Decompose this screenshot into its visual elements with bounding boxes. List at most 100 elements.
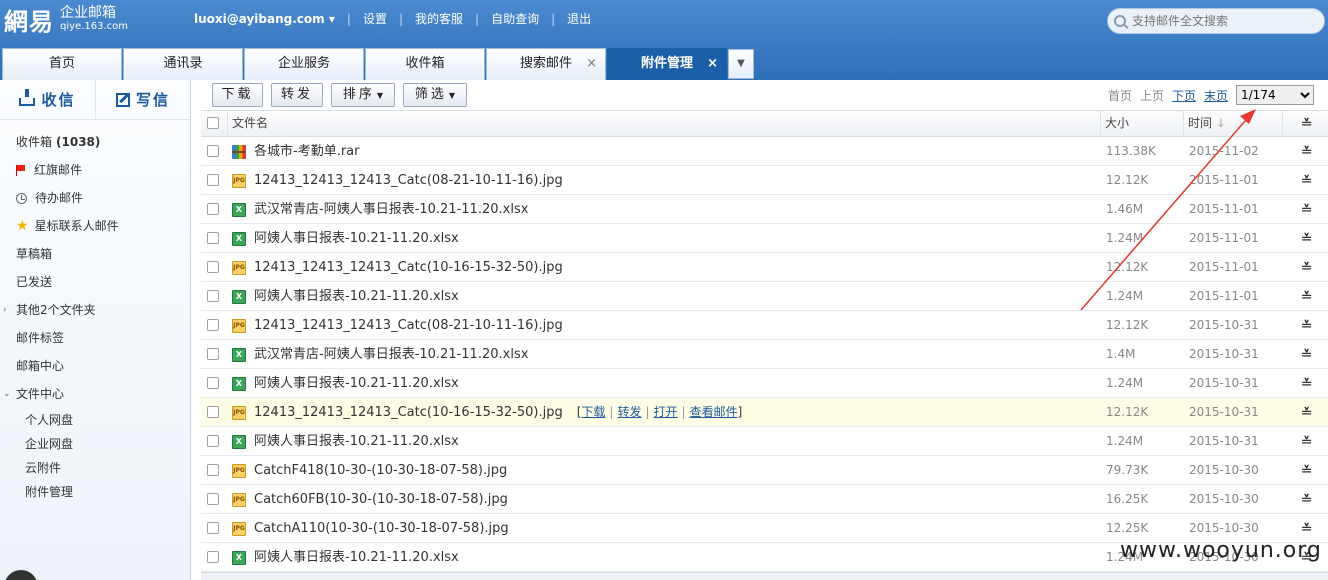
double-chevron-down-icon[interactable]: ≚	[1301, 203, 1313, 216]
file-name[interactable]: CatchF418(10-30-(10-30-18-07-58).jpg	[254, 456, 507, 485]
search-input[interactable]	[1132, 14, 1312, 28]
row-checkbox[interactable]	[207, 551, 219, 563]
tab-enterprise-service[interactable]: 企业服务	[244, 48, 364, 80]
sidebar-item-mail-tags[interactable]: 邮件标签	[0, 324, 190, 352]
receive-mail-button[interactable]: 收信	[0, 80, 95, 119]
file-name[interactable]: 12413_12413_12413_Catc(08-21-10-11-16).j…	[254, 311, 563, 340]
table-row[interactable]: JPG 12413_12413_12413_Catc(10-16-15-32-5…	[201, 253, 1328, 282]
sidebar-item-mailbox-center[interactable]: 邮箱中心	[0, 352, 190, 380]
filter-dropdown[interactable]: 筛选 ▼	[403, 83, 467, 107]
download-button[interactable]: 下载	[212, 83, 263, 107]
table-row[interactable]: JPG Catch60FB(10-30-(10-30-18-07-58).jpg…	[201, 485, 1328, 514]
close-icon[interactable]: ×	[707, 49, 718, 79]
table-row[interactable]: 各城市-考勤单.rar 113.38K 2015-11-02 ≚	[201, 137, 1328, 166]
row-checkbox[interactable]	[207, 435, 219, 447]
double-chevron-down-icon[interactable]: ≚	[1301, 435, 1313, 448]
double-chevron-down-icon[interactable]: ≚	[1301, 406, 1313, 419]
table-row[interactable]: JPG 12413_12413_12413_Catc(10-16-15-32-5…	[201, 398, 1328, 427]
table-row[interactable]: X 阿姨人事日报表-10.21-11.20.xlsx 1.24M 2015-10…	[201, 427, 1328, 456]
row-checkbox[interactable]	[207, 261, 219, 273]
next-page-link[interactable]: 下页	[1172, 87, 1196, 104]
table-row[interactable]: JPG CatchF418(10-30-(10-30-18-07-58).jpg…	[201, 456, 1328, 485]
tab-overflow-button[interactable]: ▼	[728, 49, 754, 79]
tab-contacts[interactable]: 通讯录	[123, 48, 243, 80]
double-chevron-down-icon[interactable]: ≚	[1301, 232, 1313, 245]
settings-link[interactable]: 设置	[363, 10, 387, 27]
row-forward-link[interactable]: 转发	[617, 405, 641, 419]
file-name[interactable]: Catch60FB(10-30-(10-30-18-07-58).jpg	[254, 485, 508, 514]
table-row[interactable]: JPG 12413_12413_12413_Catc(08-21-10-11-1…	[201, 311, 1328, 340]
search-icon[interactable]	[1114, 15, 1126, 27]
row-checkbox[interactable]	[207, 319, 219, 331]
file-name[interactable]: 12413_12413_12413_Catc(10-16-15-32-50).j…	[254, 398, 742, 427]
file-name[interactable]: 阿姨人事日报表-10.21-11.20.xlsx	[254, 427, 459, 456]
double-chevron-down-icon[interactable]: ≚	[1301, 493, 1313, 506]
double-chevron-down-icon[interactable]: ≚	[1301, 261, 1313, 274]
account-menu[interactable]: luoxi@ayibang.com ▾	[194, 12, 335, 26]
table-row[interactable]: JPG 12413_12413_12413_Catc(08-21-10-11-1…	[201, 166, 1328, 195]
file-name[interactable]: CatchA110(10-30-(10-30-18-07-58).jpg	[254, 514, 509, 543]
tab-search-mail[interactable]: 搜索邮件 ×	[486, 48, 606, 80]
file-name[interactable]: 阿姨人事日报表-10.21-11.20.xlsx	[254, 282, 459, 311]
sidebar-item-inbox[interactable]: 收件箱 (1038)	[0, 128, 190, 156]
chevron-down-icon[interactable]: ⌄	[3, 380, 11, 408]
file-name[interactable]: 阿姨人事日报表-10.21-11.20.xlsx	[254, 224, 459, 253]
column-header-size[interactable]: 大小	[1100, 111, 1184, 136]
select-all-checkbox[interactable]	[207, 117, 219, 129]
customer-service-link[interactable]: 我的客服	[415, 10, 463, 27]
row-checkbox[interactable]	[207, 464, 219, 476]
double-chevron-down-icon[interactable]: ≚	[1301, 522, 1313, 535]
double-chevron-down-icon[interactable]: ≚	[1301, 145, 1313, 158]
table-row[interactable]: X 武汉常青店-阿姨人事日报表-10.21-11.20.xlsx 1.46M 2…	[201, 195, 1328, 224]
last-page-link[interactable]: 末页	[1204, 87, 1228, 104]
file-name[interactable]: 12413_12413_12413_Catc(10-16-15-32-50).j…	[254, 253, 563, 282]
row-checkbox[interactable]	[207, 377, 219, 389]
file-name[interactable]: 12413_12413_12413_Catc(08-21-10-11-16).j…	[254, 166, 563, 195]
double-chevron-down-icon[interactable]: ≚	[1301, 377, 1313, 390]
sidebar-item-drafts[interactable]: 草稿箱	[0, 240, 190, 268]
row-view-mail-link[interactable]: 查看邮件	[690, 405, 738, 419]
sort-dropdown[interactable]: 排序 ▼	[331, 83, 395, 107]
table-row[interactable]: X 武汉常青店-阿姨人事日报表-10.21-11.20.xlsx 1.4M 20…	[201, 340, 1328, 369]
double-chevron-down-icon[interactable]: ≚	[1301, 348, 1313, 361]
file-name[interactable]: 各城市-考勤单.rar	[254, 137, 359, 166]
row-checkbox[interactable]	[207, 522, 219, 534]
row-open-link[interactable]: 打开	[654, 405, 678, 419]
sidebar-item-other-folders[interactable]: › 其他2个文件夹	[0, 296, 190, 324]
chevron-right-icon[interactable]: ›	[3, 296, 7, 324]
sidebar-item-cloud-attachment[interactable]: 云附件	[0, 456, 190, 480]
tab-home[interactable]: 首页	[2, 48, 122, 80]
double-chevron-down-icon[interactable]: ≚	[1301, 174, 1313, 187]
sidebar-item-enterprise-drive[interactable]: 企业网盘	[0, 432, 190, 456]
file-name[interactable]: 武汉常青店-阿姨人事日报表-10.21-11.20.xlsx	[254, 340, 528, 369]
file-name[interactable]: 阿姨人事日报表-10.21-11.20.xlsx	[254, 369, 459, 398]
row-checkbox[interactable]	[207, 174, 219, 186]
sidebar-item-sent[interactable]: 已发送	[0, 268, 190, 296]
sidebar-item-attachment-manager[interactable]: 附件管理	[0, 480, 190, 504]
sidebar-item-todo[interactable]: 待办邮件	[0, 184, 190, 212]
double-chevron-down-icon[interactable]: ≚	[1301, 319, 1313, 332]
table-row[interactable]: X 阿姨人事日报表-10.21-11.20.xlsx 1.24M 2015-11…	[201, 224, 1328, 253]
double-chevron-down-icon[interactable]: ≚	[1301, 117, 1313, 130]
table-row[interactable]: X 阿姨人事日报表-10.21-11.20.xlsx 1.24M 2015-11…	[201, 282, 1328, 311]
double-chevron-down-icon[interactable]: ≚	[1301, 290, 1313, 303]
logout-link[interactable]: 退出	[567, 10, 591, 27]
close-icon[interactable]: ×	[586, 49, 597, 79]
table-row[interactable]: X 阿姨人事日报表-10.21-11.20.xlsx 1.24M 2015-10…	[201, 369, 1328, 398]
double-chevron-down-icon[interactable]: ≚	[1301, 464, 1313, 477]
tab-inbox[interactable]: 收件箱	[365, 48, 485, 80]
column-header-time[interactable]: 时间 ↓	[1183, 111, 1283, 136]
forward-button[interactable]: 转发	[271, 83, 323, 107]
sidebar-item-red-flag[interactable]: 红旗邮件	[0, 156, 190, 184]
self-service-link[interactable]: 自助查询	[491, 10, 539, 27]
row-checkbox[interactable]	[207, 406, 219, 418]
row-checkbox[interactable]	[207, 145, 219, 157]
row-checkbox[interactable]	[207, 203, 219, 215]
sidebar-item-personal-drive[interactable]: 个人网盘	[0, 408, 190, 432]
row-checkbox[interactable]	[207, 232, 219, 244]
compose-button[interactable]: 写信	[95, 80, 190, 119]
row-download-link[interactable]: 下载	[581, 405, 605, 419]
file-name[interactable]: 武汉常青店-阿姨人事日报表-10.21-11.20.xlsx	[254, 195, 528, 224]
tab-attachment-manager[interactable]: 附件管理 ×	[607, 48, 727, 80]
netease-logo[interactable]: 網易 企业邮箱 qiye.163.com	[4, 2, 128, 37]
